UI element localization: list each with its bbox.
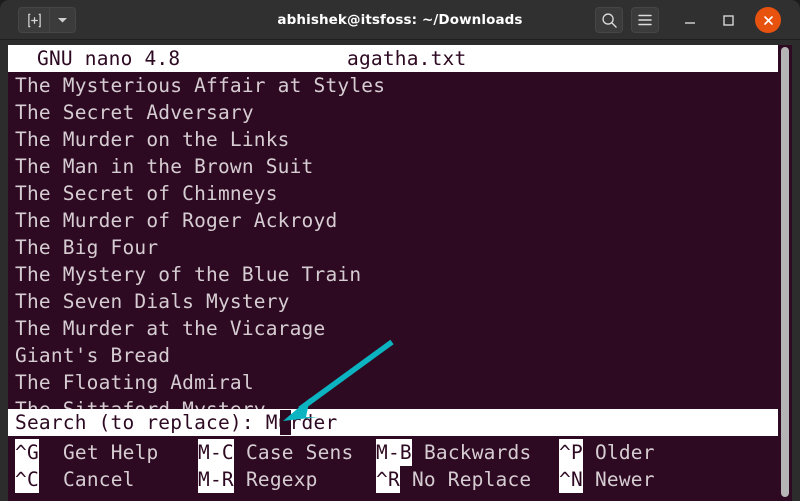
text-line: The Seven Dials Mystery — [15, 290, 290, 313]
chevron-down-icon — [58, 18, 67, 23]
shortcut-key[interactable]: ^G — [15, 439, 39, 466]
text-line: The Murder of Roger Ackroyd — [15, 209, 338, 232]
close-button[interactable] — [755, 7, 781, 33]
shortcut-key[interactable]: ^P — [559, 439, 583, 466]
nano-version-label: GNU nano 4.8 — [37, 47, 181, 70]
text-cursor — [280, 410, 291, 435]
terminal-scrollbar[interactable] — [778, 45, 792, 501]
terminal-content[interactable]: GNU nano 4.8 agatha.txt The Mysterious A… — [8, 45, 792, 501]
terminal-window: abhishek@itsfoss: ~/Downloads GNU nano 4… — [0, 0, 800, 501]
nano-filename-label: agatha.txt — [347, 47, 467, 70]
shortcut-label: Newer — [583, 468, 655, 491]
text-line: The Man in the Brown Suit — [15, 155, 314, 178]
maximize-icon — [722, 14, 734, 26]
maximize-button[interactable] — [714, 7, 742, 33]
minimize-button[interactable] — [676, 7, 704, 33]
shortcut-key[interactable]: M-C — [198, 439, 234, 466]
text-line: The Murder on the Links — [15, 128, 290, 151]
shortcut-label: Regexp — [234, 468, 318, 491]
text-line: The Floating Admiral — [15, 371, 254, 394]
shortcut-label: Older — [583, 441, 655, 464]
hamburger-menu-icon — [638, 14, 652, 26]
text-line: The Secret Adversary — [15, 101, 254, 124]
text-line: The Big Four — [15, 236, 159, 259]
nano-shortcut-row-2: ^C Cancel M-R Regexp ^R No Replace ^N Ne… — [8, 466, 792, 493]
minimize-icon — [685, 22, 695, 24]
search-button[interactable] — [595, 7, 623, 33]
scrollbar-thumb[interactable] — [781, 47, 789, 497]
text-line: The Secret of Chimneys — [15, 182, 278, 205]
text-line: The Mysterious Affair at Styles — [15, 74, 386, 97]
shortcut-key[interactable]: ^R — [376, 466, 400, 493]
new-tab-icon — [27, 13, 41, 27]
window-titlebar: abhishek@itsfoss: ~/Downloads — [0, 0, 800, 40]
menu-button[interactable] — [631, 7, 659, 33]
close-icon — [763, 15, 773, 25]
shortcut-label: No Replace — [400, 468, 532, 491]
search-icon — [601, 12, 617, 28]
shortcut-key[interactable]: M-R — [198, 466, 234, 493]
shortcut-key[interactable]: M-B — [376, 439, 412, 466]
nano-header-bar: GNU nano 4.8 agatha.txt — [8, 45, 792, 72]
text-line: The Murder at the Vicarage — [15, 317, 326, 340]
nano-search-prompt[interactable]: Search (to replace): Murder — [8, 409, 792, 436]
new-tab-button[interactable] — [18, 7, 49, 33]
shortcut-label: Cancel — [51, 468, 135, 491]
new-tab-dropdown-button[interactable] — [49, 7, 76, 33]
text-line: Giant's Bread — [15, 344, 171, 367]
shortcut-label: Case Sens — [234, 441, 354, 464]
shortcut-label: Get Help — [51, 441, 159, 464]
shortcut-key[interactable]: ^N — [559, 466, 583, 493]
text-line: The Mystery of the Blue Train — [15, 263, 362, 286]
shortcut-label: Backwards — [412, 441, 532, 464]
nano-shortcut-row-1: ^G Get Help M-C Case Sens M-B Backwards … — [8, 439, 792, 466]
shortcut-key[interactable]: ^C — [15, 466, 39, 493]
